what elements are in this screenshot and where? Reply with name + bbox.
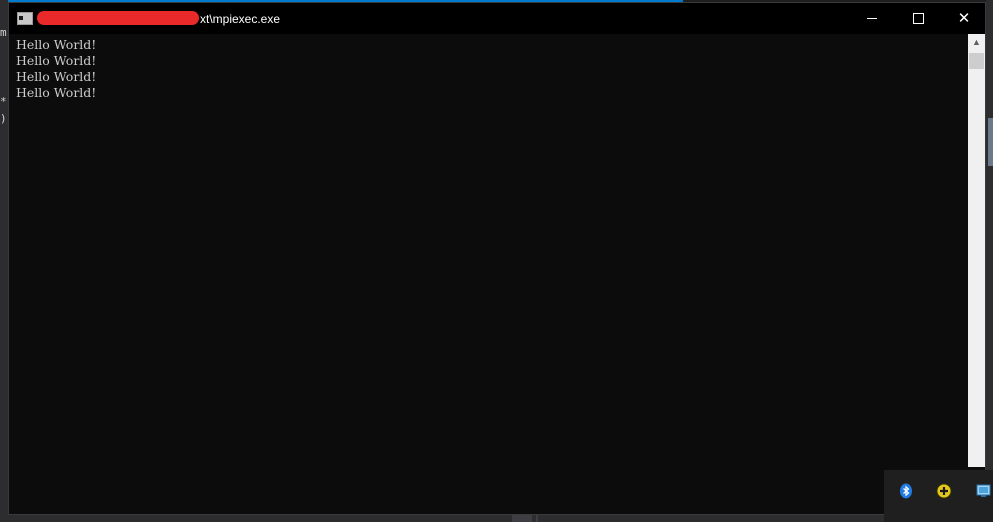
background-editor-gutter: m * ) xyxy=(0,0,8,522)
console-window[interactable]: xt\mpiexec.exe ✕ Hello World! Hello Worl… xyxy=(8,2,986,515)
close-icon: ✕ xyxy=(957,10,971,27)
background-status-strip xyxy=(0,515,884,522)
scroll-up-arrow-icon[interactable]: ▲ xyxy=(968,34,985,51)
window-title: xt\mpiexec.exe xyxy=(37,11,280,26)
strip-segment xyxy=(512,515,532,522)
output-line: Hello World! xyxy=(16,53,97,68)
output-line: Hello World! xyxy=(16,69,97,84)
system-tray xyxy=(884,470,993,522)
output-line: Hello World! xyxy=(16,85,97,100)
output-line: Hello World! xyxy=(16,37,97,52)
network-icon[interactable] xyxy=(976,483,992,499)
background-editor-scroll xyxy=(986,0,993,470)
gutter-fragment: m xyxy=(0,26,7,39)
gutter-fragment: * xyxy=(0,95,7,108)
close-button[interactable]: ✕ xyxy=(941,3,987,34)
gutter-fragment: ) xyxy=(0,112,7,125)
scroll-thumb[interactable] xyxy=(969,53,984,69)
vertical-scrollbar[interactable]: ▲ xyxy=(968,34,985,467)
minimize-button[interactable] xyxy=(849,3,895,34)
bluetooth-icon[interactable] xyxy=(898,483,914,499)
minimize-icon xyxy=(867,18,877,19)
background-scroll-thumb xyxy=(988,118,993,166)
title-bar[interactable]: xt\mpiexec.exe ✕ xyxy=(9,3,985,34)
window-title-text: xt\mpiexec.exe xyxy=(200,12,281,26)
console-output[interactable]: Hello World! Hello World! Hello World! H… xyxy=(9,34,968,514)
console-app-icon[interactable] xyxy=(17,12,33,25)
strip-segment xyxy=(536,515,538,522)
maximize-icon xyxy=(913,13,924,24)
maximize-button[interactable] xyxy=(895,3,941,34)
add-icon[interactable] xyxy=(936,483,952,499)
redaction-mark xyxy=(37,11,199,25)
